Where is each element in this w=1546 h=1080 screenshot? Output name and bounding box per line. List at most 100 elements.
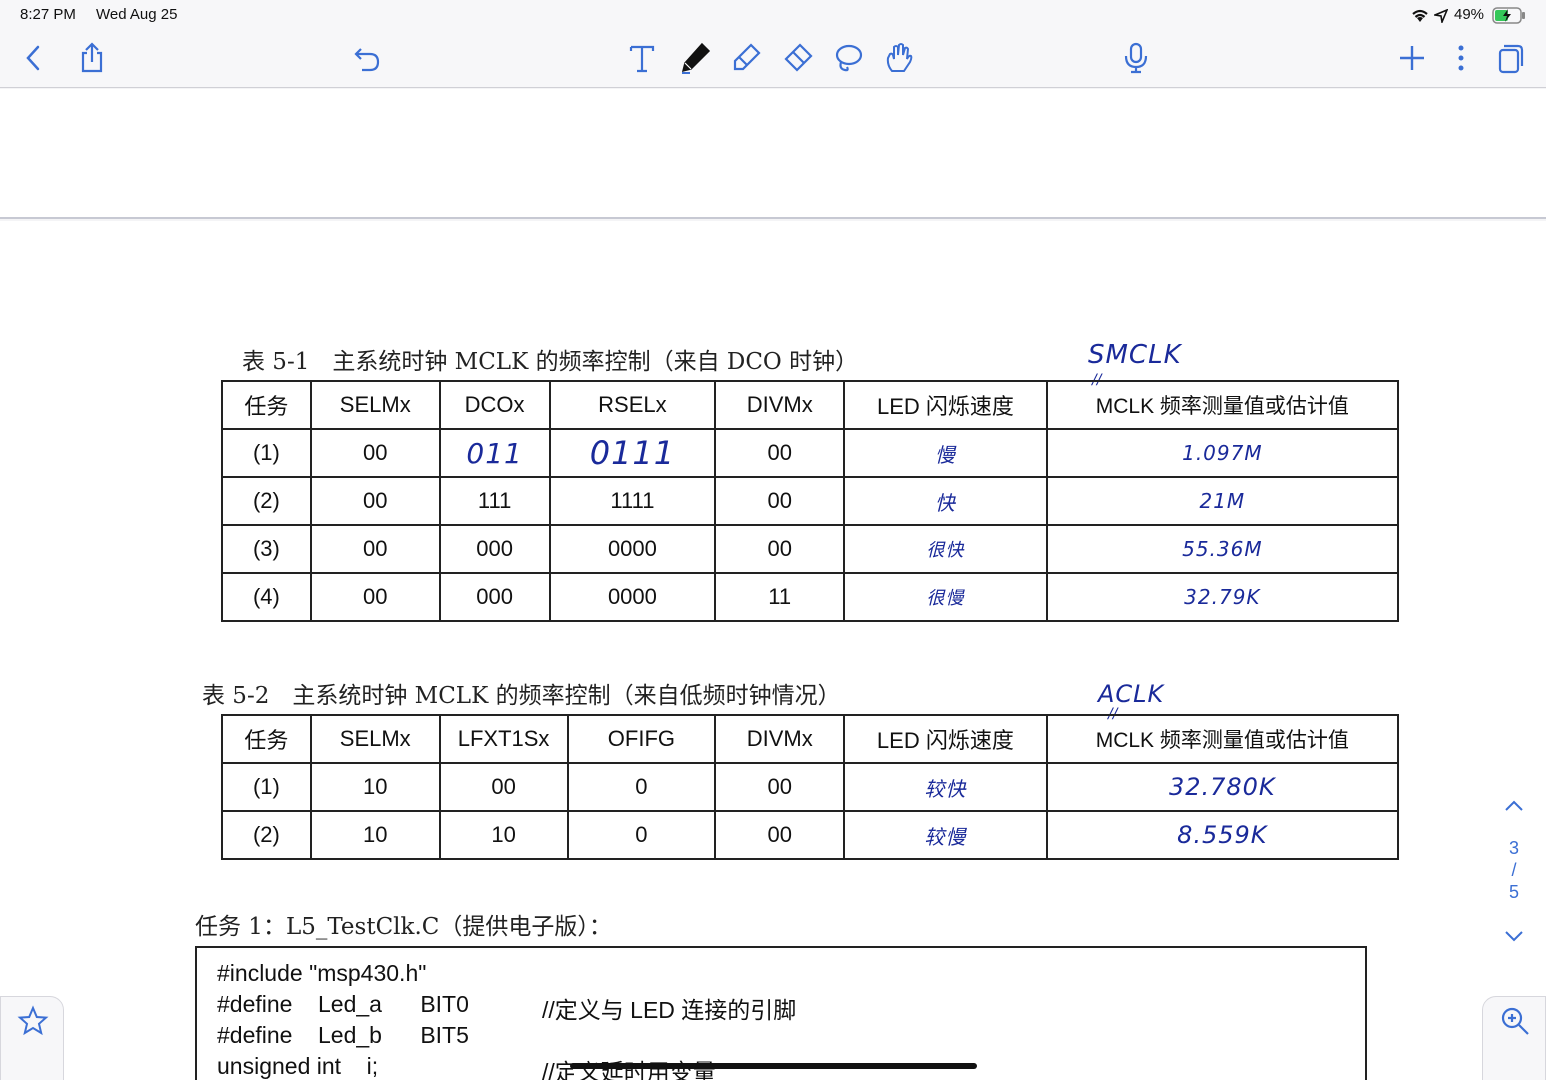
cell-handwritten: 慢 <box>843 428 1048 478</box>
cell-handwritten: 8.559K <box>1045 810 1400 860</box>
header-cell: LFXT1Sx <box>438 714 569 764</box>
chevron-up-icon <box>1505 800 1523 811</box>
cell-handwritten: 很慢 <box>843 572 1048 622</box>
table-row: (2) 10 10 0 00 较慢 8.559K <box>221 810 1400 860</box>
cell: 00 <box>309 524 441 574</box>
cell: 00 <box>714 428 846 478</box>
cell-handwritten: 很快 <box>843 524 1048 574</box>
zoom-in-icon <box>1501 1007 1529 1035</box>
add-button[interactable] <box>1392 38 1432 78</box>
cell: 10 <box>438 810 569 860</box>
more-button[interactable] <box>1441 38 1481 78</box>
cell: 0 <box>566 810 717 860</box>
eraser-tool-icon <box>784 43 813 72</box>
cell: (2) <box>221 810 312 860</box>
cell: 0 <box>566 762 717 812</box>
location-icon <box>1432 8 1449 27</box>
cell: 0000 <box>548 572 717 622</box>
cell: 0000 <box>548 524 717 574</box>
header-cell: MCLK 频率测量值或估计值 <box>1045 714 1400 764</box>
status-date: Wed Aug 25 <box>96 6 178 23</box>
eraser-tool-button[interactable] <box>777 38 817 78</box>
code-comment: //定义与 LED 连接的引脚 <box>542 997 797 1023</box>
header-cell: LED 闪烁速度 <box>843 714 1048 764</box>
cell: 1111 <box>548 476 717 526</box>
undo-icon <box>354 48 380 72</box>
header-cell: SELMx <box>309 714 441 764</box>
cell: 000 <box>438 524 551 574</box>
back-button[interactable] <box>14 38 54 78</box>
table1-annotation: SMCLK <box>1088 340 1182 370</box>
cell: 11 <box>714 572 846 622</box>
pen-tool-icon <box>681 42 711 74</box>
cell-handwritten: 32.79K <box>1045 572 1400 622</box>
highlighter-tool-button[interactable] <box>726 38 766 78</box>
table1: 任务 SELMx DCOx RSELx DIVMx LED 闪烁速度 MCLK … <box>221 380 1400 622</box>
hand-tool-button[interactable] <box>879 38 919 78</box>
microphone-button[interactable] <box>1116 38 1156 78</box>
current-page-number: 3 <box>1508 838 1519 858</box>
text-tool-button[interactable] <box>622 38 662 78</box>
cell: 10 <box>309 810 441 860</box>
table2-annotation: ACLK <box>1098 680 1165 708</box>
previous-page-button[interactable] <box>1494 790 1534 822</box>
cell: (2) <box>221 476 312 526</box>
cell: (3) <box>221 524 312 574</box>
cell: (4) <box>221 572 312 622</box>
cell: 00 <box>714 810 846 860</box>
lasso-tool-button[interactable] <box>828 38 868 78</box>
header-cell: DIVMx <box>714 380 846 430</box>
favorite-button[interactable] <box>0 996 64 1080</box>
page-separator: / <box>1511 860 1517 880</box>
status-bar: 8:27 PM Wed Aug 25 49% <box>0 0 1546 30</box>
code-line: #define Led_b BIT5 <box>217 1022 469 1048</box>
cell-handwritten: 0111 <box>548 428 717 478</box>
cell: 00 <box>309 428 441 478</box>
cell-handwritten: 较快 <box>843 762 1048 812</box>
table-header-row: 任务 SELMx DCOx RSELx DIVMx LED 闪烁速度 MCLK … <box>221 380 1400 430</box>
code-line: #include "msp430.h" <box>217 960 427 986</box>
cell: 00 <box>714 762 846 812</box>
previous-page <box>0 89 1546 219</box>
pen-tool-button[interactable] <box>675 38 715 78</box>
share-icon <box>81 42 103 73</box>
cell: 000 <box>438 572 551 622</box>
cell: (1) <box>221 428 312 478</box>
cell-handwritten: 1.097M <box>1045 428 1400 478</box>
header-cell: LED 闪烁速度 <box>843 380 1048 430</box>
hand-tool-icon <box>886 43 913 72</box>
chevron-down-icon <box>1505 931 1523 942</box>
microphone-icon <box>1124 42 1148 74</box>
code-line: #define Led_a BIT0 <box>217 991 469 1017</box>
table-row: (4) 00 000 0000 11 很慢 32.79K <box>221 572 1400 622</box>
cell: 00 <box>714 524 846 574</box>
lasso-tool-icon <box>835 44 863 72</box>
cell: 111 <box>438 476 551 526</box>
table2: 任务 SELMx LFXT1Sx OFIFG DIVMx LED 闪烁速度 MC… <box>221 714 1400 860</box>
toolbar <box>0 30 1546 88</box>
undo-button[interactable] <box>347 38 387 78</box>
cell-handwritten: 21M <box>1045 476 1400 526</box>
cell-handwritten: 55.36M <box>1045 524 1400 574</box>
status-time: 8:27 PM <box>20 6 76 23</box>
next-page-button[interactable] <box>1494 920 1534 952</box>
zoom-button[interactable] <box>1482 996 1546 1080</box>
battery-percent: 49% <box>1454 6 1485 23</box>
pages-icon <box>1498 44 1524 74</box>
cell-handwritten: 快 <box>843 476 1048 526</box>
code-block: #include "msp430.h" #define Led_a BIT0 /… <box>195 946 1367 1080</box>
cell: 00 <box>438 762 569 812</box>
share-button[interactable] <box>72 38 112 78</box>
table1-caption: 表 5-1 主系统时钟 MCLK 的频率控制（来自 DCO 时钟） <box>242 349 859 375</box>
highlighter-tool-icon <box>733 43 761 71</box>
table2-caption: 表 5-2 主系统时钟 MCLK 的频率控制（来自低频时钟情况） <box>202 683 841 709</box>
header-cell: DIVMx <box>714 714 846 764</box>
battery-icon <box>1492 7 1526 28</box>
task1-title: 任务 1：L5_TestClk.C（提供电子版）： <box>195 914 612 940</box>
pages-button[interactable] <box>1490 38 1530 78</box>
table-row: (2) 00 111 1111 00 快 21M <box>221 476 1400 526</box>
header-cell: RSELx <box>548 380 717 430</box>
wifi-icon <box>1410 7 1430 27</box>
cell: 00 <box>714 476 846 526</box>
cell: 10 <box>309 762 441 812</box>
